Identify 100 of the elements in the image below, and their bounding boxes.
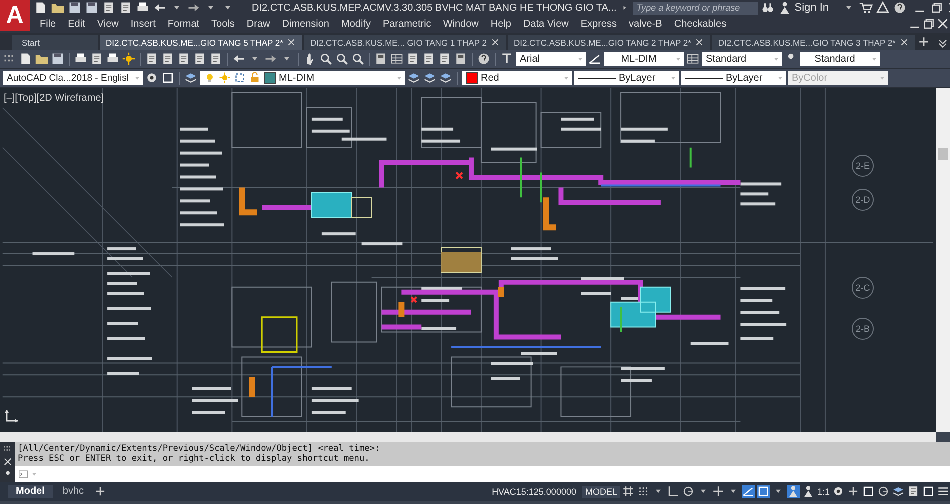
lineweight-dropdown[interactable]: ByLayer: [681, 71, 786, 85]
color-dropdown[interactable]: Red: [462, 71, 572, 85]
file-tab[interactable]: DI2.CTC.ASB.KUS.ME... GIO TANG 1 THAP 2: [304, 35, 506, 50]
restore-icon[interactable]: [922, 17, 936, 31]
snap-icon[interactable]: [637, 485, 650, 498]
layers-icon[interactable]: [439, 71, 453, 85]
zoom-icon[interactable]: [319, 52, 333, 66]
menu-item[interactable]: Modify: [336, 18, 377, 30]
menu-item[interactable]: Insert: [124, 18, 162, 30]
workspace-dropdown[interactable]: AutoCAD Cla...2018 - Englisl: [3, 71, 143, 85]
isometric-icon[interactable]: [742, 485, 756, 498]
document-icon[interactable]: [102, 1, 116, 15]
square-icon[interactable]: [862, 485, 875, 498]
document-icon[interactable]: [422, 52, 436, 66]
menu-item[interactable]: Tools: [206, 18, 241, 30]
menu-item[interactable]: Draw: [240, 18, 276, 30]
zoom-icon[interactable]: [335, 52, 349, 66]
app-logo[interactable]: A: [0, 0, 30, 31]
command-prompt-icon[interactable]: [18, 468, 29, 480]
menu-item[interactable]: Parametric: [376, 18, 438, 30]
document-icon[interactable]: [438, 52, 452, 66]
menu-item[interactable]: Window: [437, 18, 485, 30]
new-tab-icon[interactable]: [916, 34, 931, 48]
save-as-icon[interactable]: [85, 1, 99, 15]
new-file-icon[interactable]: [19, 52, 33, 66]
file-tab[interactable]: DI2.CTC.ASB.KUS.ME...GIO TANG 5 THAP 2*: [100, 35, 302, 50]
plus-icon[interactable]: [847, 485, 860, 498]
menu-item[interactable]: View: [91, 18, 125, 30]
zoom-icon[interactable]: [351, 52, 365, 66]
save-icon[interactable]: [68, 1, 82, 15]
help-icon[interactable]: [893, 1, 907, 15]
tracking-icon[interactable]: [712, 485, 726, 498]
cart-icon[interactable]: [859, 1, 873, 15]
document-icon[interactable]: [90, 52, 104, 66]
table-style-icon[interactable]: [686, 52, 700, 66]
file-tab[interactable]: DI2.CTC.ASB.KUS.ME...GIO TANG 3 THAP 2*: [712, 35, 915, 50]
menu-icon[interactable]: [937, 485, 950, 498]
layout-tab[interactable]: bvhc: [54, 485, 92, 498]
close-icon[interactable]: [936, 17, 950, 31]
close-icon[interactable]: [2, 456, 12, 467]
document-icon[interactable]: [406, 52, 420, 66]
restore-icon[interactable]: [930, 1, 944, 15]
linetype-dropdown[interactable]: ByLayer: [574, 71, 679, 85]
document-icon[interactable]: [209, 52, 223, 66]
file-tab[interactable]: Start: [12, 35, 98, 50]
menu-item[interactable]: Help: [484, 18, 518, 30]
layers-icon[interactable]: [184, 71, 198, 85]
menu-item[interactable]: Data View: [517, 18, 575, 30]
layer-dropdown[interactable]: ML-DIM: [200, 71, 405, 85]
close-icon[interactable]: [900, 38, 909, 47]
calculator-icon[interactable]: [374, 52, 388, 66]
menu-item[interactable]: valve-B: [623, 18, 668, 30]
vertical-scrollbar[interactable]: [936, 88, 950, 432]
close-icon[interactable]: [287, 38, 296, 47]
add-layout-icon[interactable]: [94, 485, 108, 498]
layout-tab[interactable]: Model: [8, 485, 53, 498]
model-space-button[interactable]: MODEL: [582, 486, 620, 498]
document-icon[interactable]: [907, 485, 920, 498]
document-icon[interactable]: [145, 52, 159, 66]
polar-icon[interactable]: [682, 485, 696, 498]
document-icon[interactable]: [161, 52, 175, 66]
file-tab[interactable]: DI2.CTC.ASB.KUS.ME...GIO TANG 2 THAP 2*: [508, 35, 710, 50]
layers-icon[interactable]: [892, 485, 905, 498]
sign-in-link[interactable]: Sign In: [794, 2, 829, 14]
viewport-label[interactable]: [–][Top][2D Wireframe]: [4, 93, 104, 104]
dimension-style-dropdown[interactable]: ML-DIM: [604, 52, 684, 66]
new-file-icon[interactable]: [34, 1, 48, 15]
horizontal-scrollbar[interactable]: [0, 432, 936, 442]
menu-item[interactable]: Edit: [62, 18, 92, 30]
text-style-icon[interactable]: [500, 52, 514, 66]
annotation-icon[interactable]: [787, 485, 800, 498]
command-input-field[interactable]: [15, 466, 950, 482]
menu-item[interactable]: Format: [162, 18, 206, 30]
close-icon[interactable]: [490, 38, 500, 47]
dimension-style-icon[interactable]: [588, 52, 602, 66]
ortho-icon[interactable]: [667, 485, 680, 498]
square-icon[interactable]: [161, 71, 175, 85]
menu-item[interactable]: File: [34, 18, 62, 30]
menu-item[interactable]: Checkables: [668, 18, 733, 30]
layers-icon[interactable]: [407, 71, 421, 85]
grid-icon[interactable]: [622, 485, 636, 498]
binoculars-icon[interactable]: [760, 1, 775, 15]
calculator-icon[interactable]: [454, 52, 468, 66]
help-icon[interactable]: [477, 52, 491, 66]
multileader-style-dropdown[interactable]: Standard: [800, 52, 880, 66]
layers-icon[interactable]: [423, 71, 437, 85]
document-icon[interactable]: [177, 52, 191, 66]
annotation-scale-button[interactable]: 1:1: [817, 486, 830, 496]
object-snap-icon[interactable]: [757, 485, 770, 498]
table-style-dropdown[interactable]: Standard: [702, 52, 782, 66]
table-icon[interactable]: [390, 52, 404, 66]
menu-item[interactable]: Dimension: [276, 18, 336, 30]
triangle-icon[interactable]: [876, 1, 890, 15]
text-style-dropdown[interactable]: Arial: [516, 52, 586, 66]
document-icon[interactable]: [193, 52, 207, 66]
annotation-scale-icon[interactable]: [802, 485, 816, 498]
close-icon[interactable]: [695, 38, 704, 47]
save-icon[interactable]: [51, 52, 65, 66]
search-field[interactable]: Type a keyword or phrase: [632, 2, 758, 14]
menu-item[interactable]: Express: [574, 18, 623, 30]
